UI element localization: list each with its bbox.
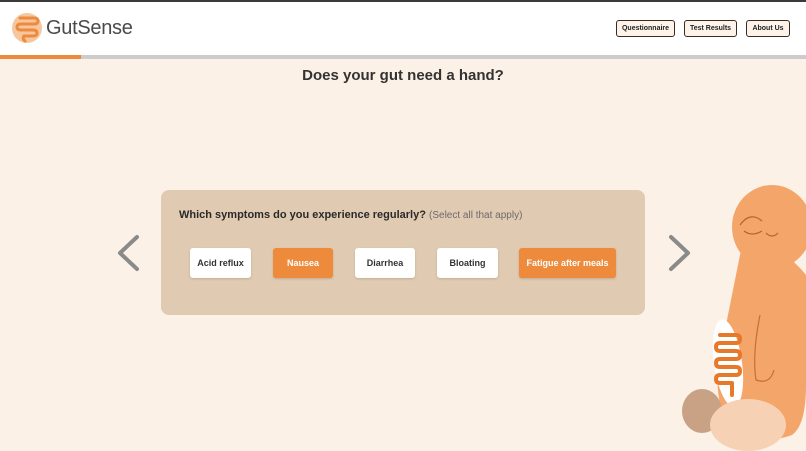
option-diarrhea-button[interactable]: Diarrhea [355,248,415,278]
intestine-logo-icon [12,13,42,43]
progress-bar [0,55,806,59]
option-bloating-button[interactable]: Bloating [437,248,498,278]
question-card: Which symptoms do you experience regular… [161,190,645,315]
option-acid-reflux-button[interactable]: Acid reflux [190,248,251,278]
logo-text: GutSense [46,16,133,39]
nav-questionnaire-button[interactable]: Questionnaire [616,20,675,37]
question-label: Which symptoms do you experience regular… [179,209,426,221]
site-header: GutSense Questionnaire Test Results Abou… [0,2,806,55]
page-title: Does your gut need a hand? [302,67,504,84]
question-hint: (Select all that apply) [429,210,523,221]
option-fatigue-after-meals-button[interactable]: Fatigue after meals [519,248,616,278]
main-nav: Questionnaire Test Results About Us [616,20,790,37]
logo[interactable]: GutSense [12,12,133,44]
option-nausea-button[interactable]: Nausea [273,248,333,278]
gut-mascot-illustration [682,185,806,451]
question-text: Which symptoms do you experience regular… [179,209,522,221]
nav-test-results-button[interactable]: Test Results [684,20,737,37]
progress-bar-fill [0,55,81,59]
chevron-left-icon[interactable] [115,234,141,272]
nav-about-us-button[interactable]: About Us [746,20,790,37]
